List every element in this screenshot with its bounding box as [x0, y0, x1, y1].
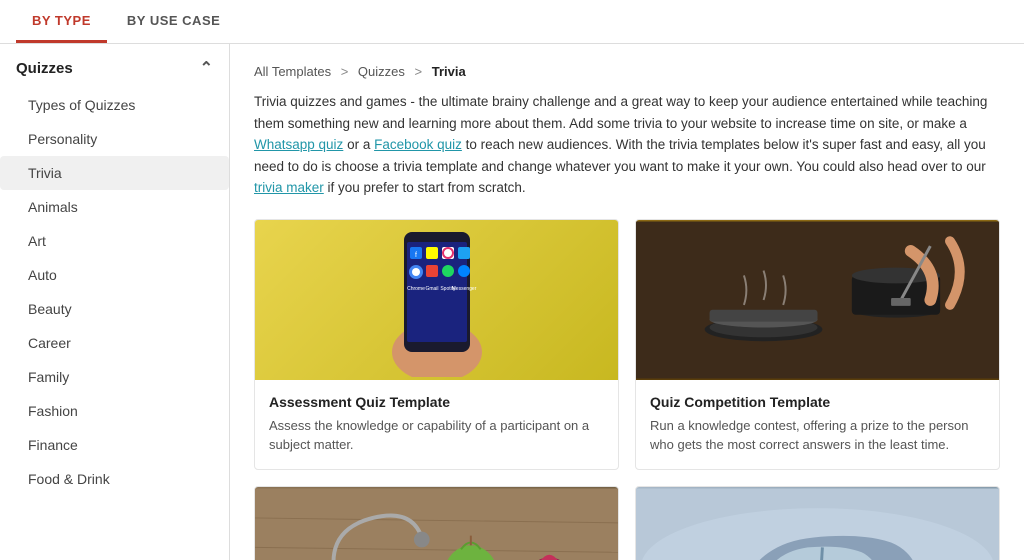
breadcrumb-all-templates[interactable]: All Templates	[254, 64, 331, 79]
card-car[interactable]	[635, 486, 1000, 560]
sidebar-item-fashion[interactable]: Fashion	[0, 394, 229, 428]
sidebar: Quizzes ⌃ Types of Quizzes Personality T…	[0, 44, 230, 560]
breadcrumb-sep2: >	[415, 64, 426, 79]
sidebar-item-personality[interactable]: Personality	[0, 122, 229, 156]
sidebar-item-animals[interactable]: Animals	[0, 190, 229, 224]
car-illustration	[636, 487, 999, 560]
card-image-car	[636, 487, 999, 560]
breadcrumb-sep1: >	[341, 64, 352, 79]
card-desc-assessment: Assess the knowledge or capability of a …	[269, 416, 604, 455]
page-description: Trivia quizzes and games - the ultimate …	[254, 91, 1000, 199]
sidebar-item-types-of-quizzes[interactable]: Types of Quizzes	[0, 88, 229, 122]
card-quiz-competition[interactable]: Quiz Competition Template Run a knowledg…	[635, 219, 1000, 470]
card-image-health	[255, 487, 618, 560]
svg-text:f: f	[415, 252, 417, 259]
sidebar-item-beauty[interactable]: Beauty	[0, 292, 229, 326]
sidebar-section-header[interactable]: Quizzes ⌃	[0, 44, 229, 88]
tab-by-use-case[interactable]: BY USE CASE	[111, 1, 236, 43]
sidebar-item-finance[interactable]: Finance	[0, 428, 229, 462]
sidebar-item-trivia[interactable]: Trivia	[0, 156, 229, 190]
svg-text:Messenger: Messenger	[451, 286, 476, 292]
content-area: All Templates > Quizzes > Trivia Trivia …	[230, 44, 1024, 560]
card-assessment-quiz[interactable]: f Chrome Gmail Spotif	[254, 219, 619, 470]
card-image-assessment: f Chrome Gmail Spotif	[255, 220, 618, 380]
sidebar-item-food-drink[interactable]: Food & Drink	[0, 462, 229, 496]
sidebar-item-auto[interactable]: Auto	[0, 258, 229, 292]
phone-illustration: f Chrome Gmail Spotif	[382, 222, 492, 377]
main-layout: Quizzes ⌃ Types of Quizzes Personality T…	[0, 44, 1024, 560]
card-grid: f Chrome Gmail Spotif	[254, 219, 1000, 560]
top-navigation: BY TYPE BY USE CASE	[0, 0, 1024, 44]
svg-text:Gmail: Gmail	[425, 286, 438, 292]
breadcrumb-current: Trivia	[432, 64, 466, 79]
sidebar-item-career[interactable]: Career	[0, 326, 229, 360]
breadcrumb-quizzes[interactable]: Quizzes	[358, 64, 405, 79]
sidebar-item-art[interactable]: Art	[0, 224, 229, 258]
tab-by-type[interactable]: BY TYPE	[16, 1, 107, 43]
health-illustration	[255, 487, 618, 560]
card-title-competition: Quiz Competition Template	[650, 394, 985, 410]
card-body-competition: Quiz Competition Template Run a knowledg…	[636, 380, 999, 469]
card-health[interactable]	[254, 486, 619, 560]
card-image-competition	[636, 220, 999, 380]
card-title-assessment: Assessment Quiz Template	[269, 394, 604, 410]
cooking-illustration	[636, 220, 999, 380]
sidebar-item-family[interactable]: Family	[0, 360, 229, 394]
card-body-assessment: Assessment Quiz Template Assess the know…	[255, 380, 618, 469]
chevron-up-icon: ⌃	[200, 58, 213, 78]
breadcrumb: All Templates > Quizzes > Trivia	[254, 64, 1000, 79]
sidebar-section-title: Quizzes	[16, 60, 73, 77]
svg-text:Chrome: Chrome	[407, 286, 425, 292]
card-desc-competition: Run a knowledge contest, offering a priz…	[650, 416, 985, 455]
